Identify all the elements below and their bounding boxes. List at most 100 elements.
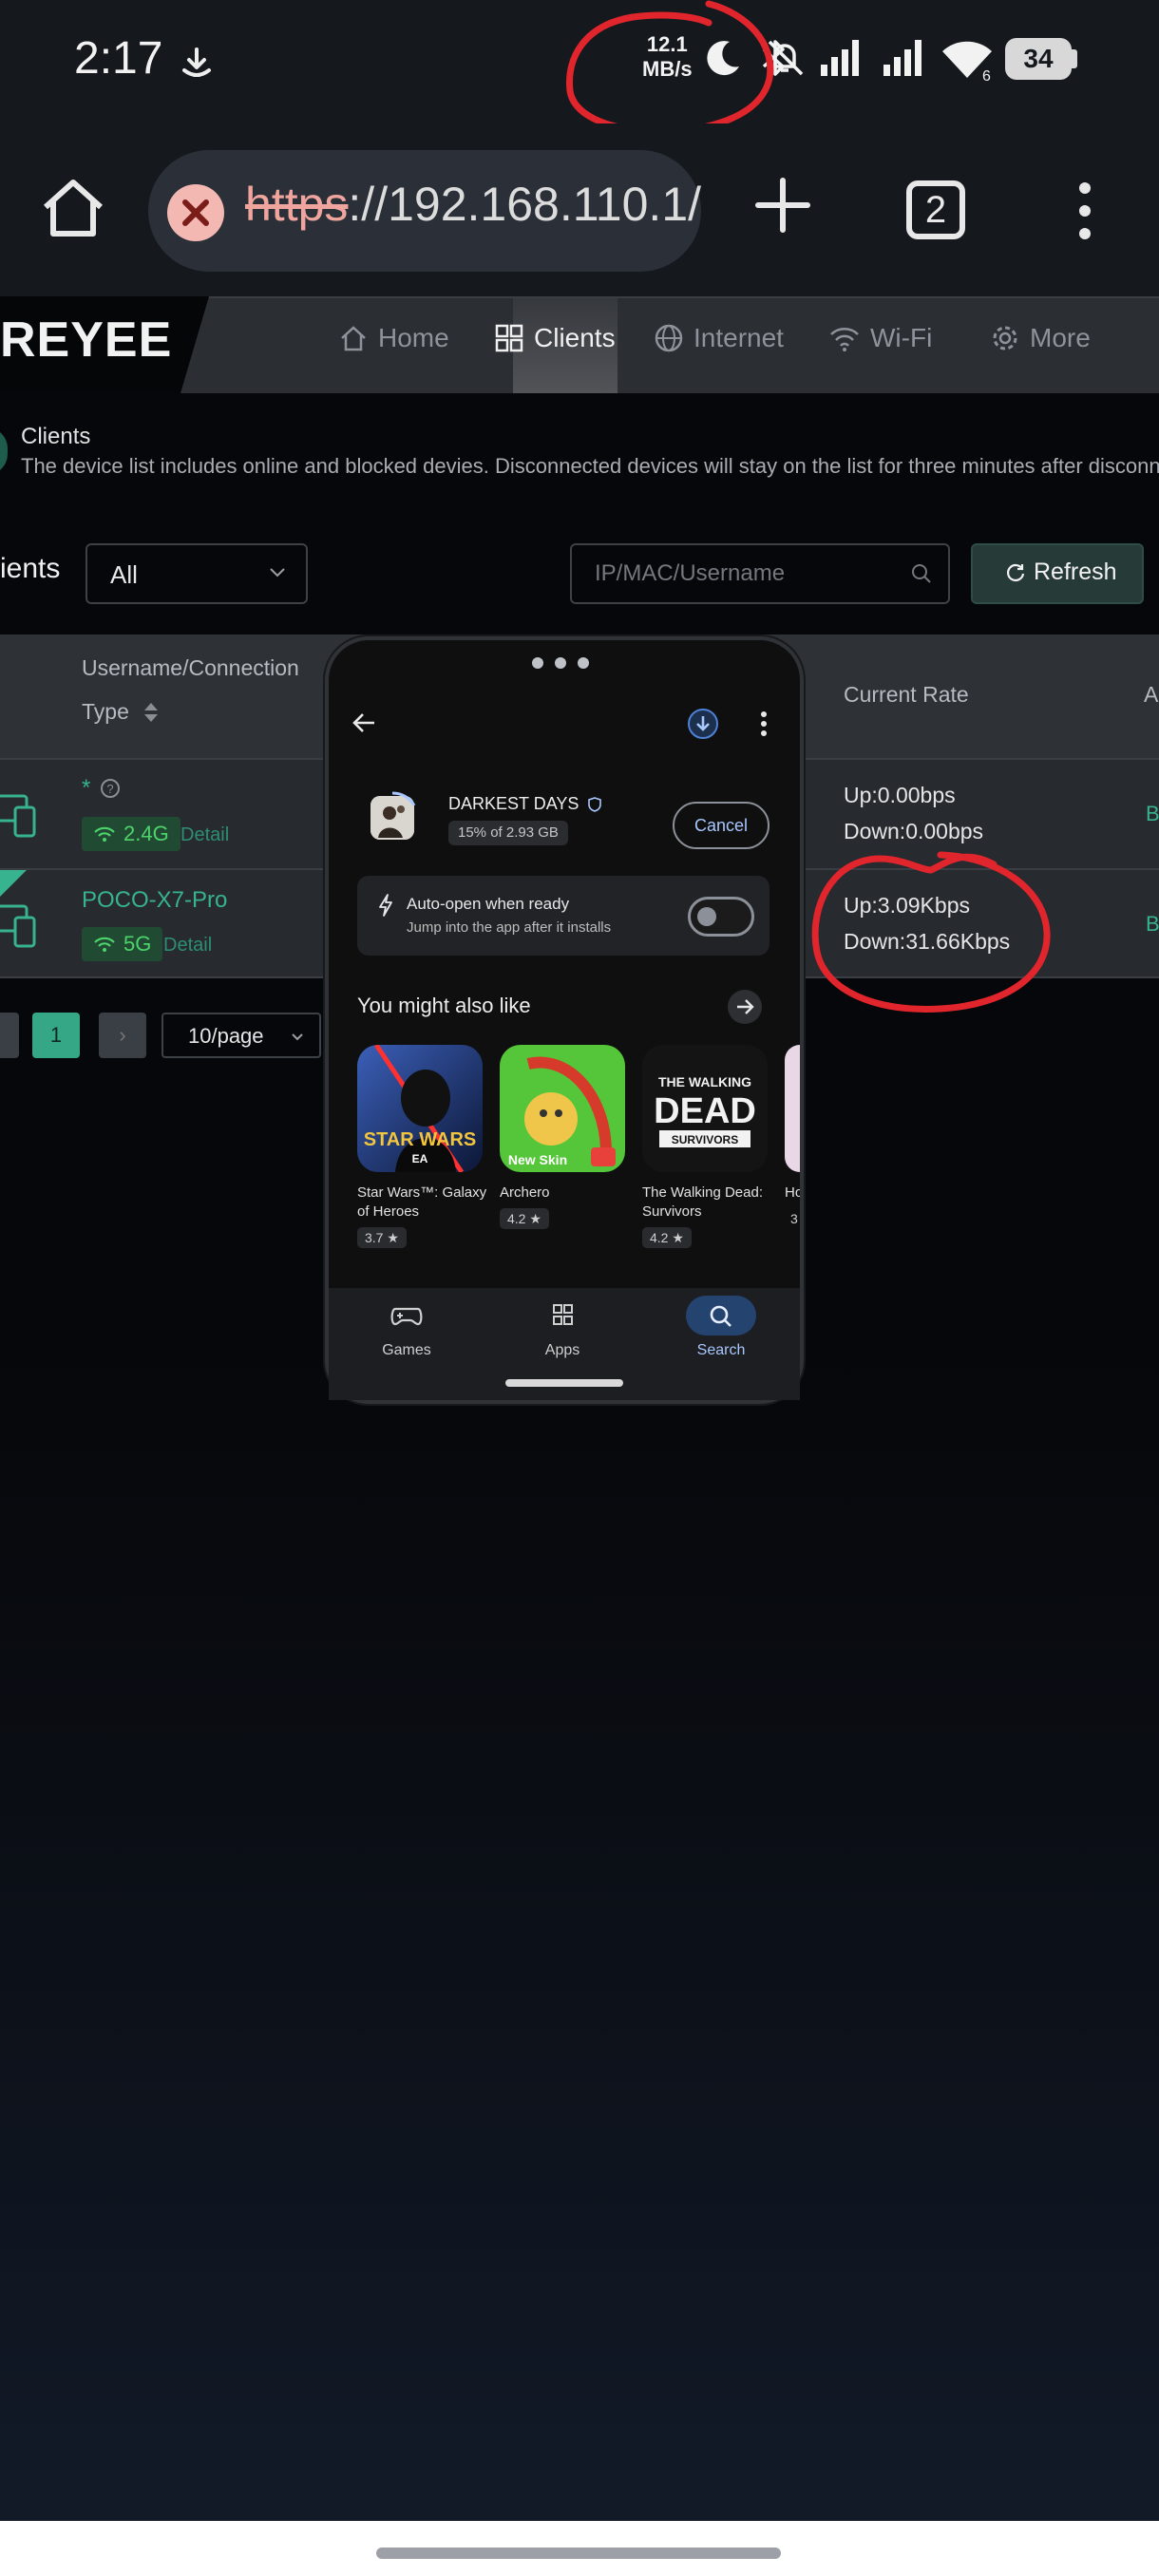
detail-link[interactable]: Detail	[180, 824, 229, 846]
window-home-handle[interactable]	[505, 1379, 623, 1387]
gear-icon	[993, 326, 1017, 350]
page-size-value[interactable]: 10/page	[188, 1024, 264, 1049]
nav-home[interactable]: Home	[338, 323, 449, 353]
chevron-down-icon[interactable]	[266, 560, 289, 583]
tab-apps[interactable]: Apps	[515, 1303, 610, 1359]
band-badge: 2.4G	[82, 817, 180, 851]
home-icon	[341, 326, 366, 351]
signal-icon	[821, 40, 859, 76]
game-rating: 3	[790, 1211, 798, 1226]
app-title: DARKEST DAYS	[448, 794, 602, 814]
device-icon	[0, 904, 36, 948]
download-progress-text: 15% of 2.93 GB	[448, 821, 568, 845]
recommendations-title: You might also like	[357, 994, 531, 1017]
row-action[interactable]: B	[1146, 802, 1159, 826]
signal-sub-label: 6	[982, 68, 991, 85]
pager-next-button[interactable]: ›	[99, 1013, 146, 1058]
clients-section-label: ients	[0, 553, 61, 584]
client-name: * ?	[82, 775, 121, 802]
game-tile-partial[interactable]	[785, 1045, 800, 1172]
download-queue-icon[interactable]	[688, 709, 718, 739]
svg-text:?: ?	[107, 782, 114, 796]
download-status-icon	[182, 47, 211, 77]
grid-icon	[495, 324, 523, 352]
page-empty-area	[0, 1343, 1159, 2521]
bolt-icon	[379, 894, 392, 917]
svg-text:EA: EA	[412, 1152, 428, 1165]
wifi-icon	[94, 826, 115, 842]
nav-label: More	[1030, 323, 1091, 352]
game-tile-archero[interactable]: New Skin	[500, 1045, 625, 1172]
apps-grid-icon	[553, 1304, 573, 1325]
sort-icon[interactable]	[142, 701, 160, 724]
back-arrow-icon[interactable]	[352, 710, 376, 735]
search-icon	[710, 1305, 732, 1327]
not-secure-icon[interactable]	[167, 184, 224, 241]
nav-more[interactable]: More	[990, 323, 1091, 353]
nav-label: Wi-Fi	[870, 323, 933, 352]
window-drag-handle[interactable]	[532, 657, 589, 669]
search-icon[interactable]	[910, 562, 933, 585]
tab-games[interactable]: Games	[359, 1303, 454, 1359]
column-header-username: Username/Connection	[82, 655, 299, 680]
new-tab-button[interactable]	[752, 175, 813, 236]
chevron-down-icon[interactable]	[289, 1028, 306, 1045]
pager-page-1[interactable]: 1	[32, 1013, 80, 1058]
globe-icon	[655, 324, 683, 352]
current-rate: Up:0.00bps Down:0.00bps	[844, 783, 984, 843]
column-header-rate: Current Rate	[844, 682, 969, 707]
online-marker	[0, 870, 27, 897]
nav-internet[interactable]: Internet	[654, 323, 784, 353]
tab-search[interactable]: Search	[674, 1303, 769, 1359]
game-rating: 4.2 ★	[500, 1208, 549, 1229]
game-name: Star Wars™: Galaxy of Heroes	[357, 1184, 487, 1220]
gamepad-icon	[390, 1307, 423, 1326]
wifi-icon	[94, 937, 115, 952]
page-description: The device list includes online and bloc…	[21, 454, 1159, 478]
verified-shield-icon	[588, 796, 602, 812]
svg-text:STAR WARS: STAR WARS	[364, 1129, 477, 1150]
home-button[interactable]	[38, 173, 108, 243]
url-text[interactable]: https://192.168.110.1/	[245, 177, 701, 232]
refresh-icon	[1006, 563, 1025, 581]
pager-prev-button[interactable]	[0, 1013, 19, 1058]
gesture-handle[interactable]	[376, 2548, 781, 2559]
nav-clients[interactable]: Clients	[494, 323, 616, 353]
game-tile-walking-dead[interactable]: THE WALKING DEAD SURVIVORS	[642, 1045, 768, 1172]
auto-open-subtitle: Jump into the app after it installs	[407, 919, 612, 936]
wifi-icon	[830, 328, 859, 351]
help-icon[interactable]: ?	[100, 778, 121, 799]
detail-link[interactable]: Detail	[163, 935, 212, 957]
row-action[interactable]: B	[1146, 912, 1159, 937]
game-rating: 4.2 ★	[642, 1227, 692, 1248]
client-name[interactable]: POCO-X7-Pro	[82, 887, 227, 914]
status-time: 2:17	[74, 33, 163, 84]
tab-switcher-button[interactable]: 2	[906, 180, 965, 239]
cancel-download-button[interactable]: Cancel	[673, 802, 770, 849]
nav-label: Home	[378, 323, 449, 352]
game-name: The Walking Dead: Survivors	[642, 1184, 764, 1220]
toggle-knob[interactable]	[697, 907, 716, 926]
search-placeholder[interactable]: IP/MAC/Username	[595, 560, 785, 587]
game-rating: 3.7 ★	[357, 1227, 407, 1248]
signal-icon-2	[884, 40, 922, 76]
device-icon	[0, 794, 36, 838]
nav-label: Internet	[694, 323, 784, 352]
svg-text:DEAD: DEAD	[654, 1091, 756, 1131]
game-name: Archero	[500, 1184, 550, 1201]
browser-menu-button[interactable]	[1074, 180, 1096, 241]
auto-open-title: Auto-open when ready	[407, 895, 570, 913]
page-title: Clients	[21, 424, 91, 449]
nav-wifi[interactable]: Wi-Fi	[828, 323, 932, 353]
column-header-type[interactable]: Type	[82, 699, 160, 725]
game-tile-star-wars[interactable]: STAR WARS EA	[357, 1045, 483, 1172]
filter-value[interactable]: All	[110, 560, 138, 590]
svg-text:THE WALKING: THE WALKING	[658, 1074, 751, 1089]
battery-icon: 34	[1005, 38, 1072, 80]
more-vert-icon[interactable]	[760, 710, 768, 737]
refresh-button-label[interactable]: Refresh	[1005, 559, 1117, 586]
svg-text:New Skin: New Skin	[508, 1152, 567, 1167]
column-header-action: A	[1144, 682, 1159, 707]
arrow-right-icon[interactable]	[728, 990, 762, 1024]
battery-tip	[1072, 49, 1077, 68]
